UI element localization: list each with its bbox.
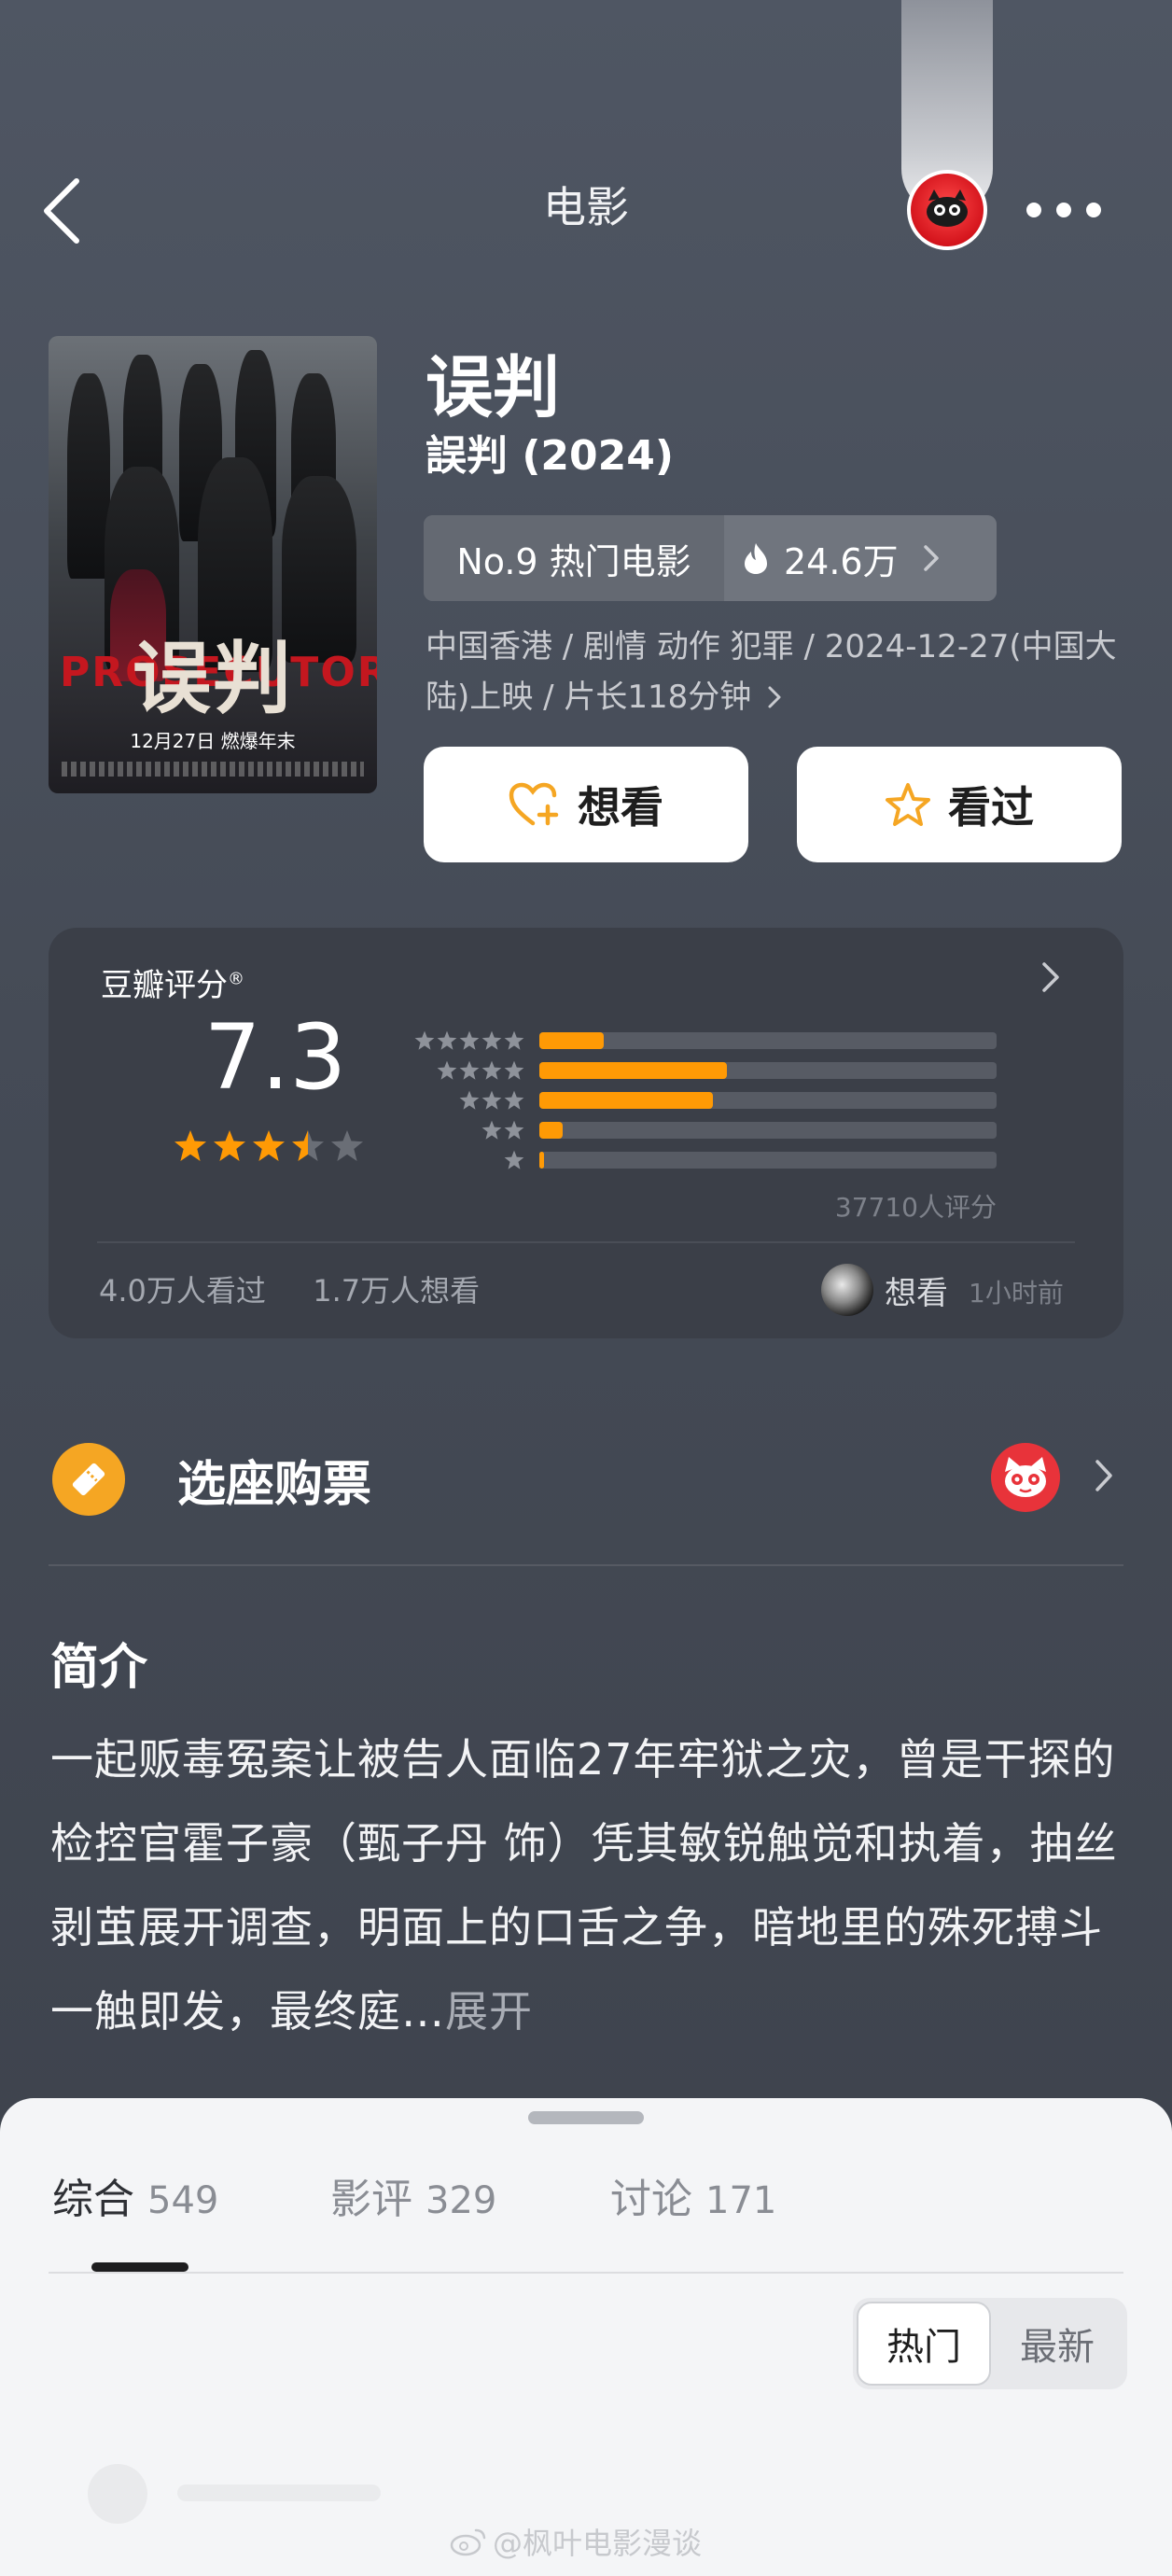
divider (49, 1564, 1123, 1566)
tab-discussions[interactable]: 讨论 171 (610, 2165, 776, 2225)
registered-icon: ® (228, 969, 244, 989)
rating-bar-track (539, 1032, 997, 1049)
small-star-icon (459, 1030, 480, 1050)
want-to-watch-button[interactable]: 想看 (424, 747, 748, 862)
rating-stars (174, 1129, 364, 1163)
friend-action: 想看 (885, 1275, 948, 1312)
small-star-icon (481, 1060, 502, 1080)
chevron-right-icon (923, 545, 939, 571)
movie-title: 误判 (426, 348, 561, 427)
fire-icon (745, 543, 767, 574)
expand-synopsis-link[interactable]: 展开 (445, 1986, 533, 2037)
rating-count: 37710人评分 (834, 1192, 997, 1223)
rating-row-stars (407, 1150, 524, 1170)
douban-rating-label: 豆瓣评分® (101, 967, 244, 1004)
rating-distribution-row (407, 1058, 1004, 1083)
small-star-icon (504, 1150, 524, 1169)
poster-credits (62, 762, 364, 777)
small-star-icon (504, 1120, 524, 1140)
rating-bar-track (539, 1092, 997, 1109)
poster-release-date: 12月27日 燃爆年末 (130, 730, 296, 752)
small-star-icon (459, 1090, 480, 1110)
more-dots-icon (1026, 203, 1041, 217)
watermark: @枫叶电影漫谈 (450, 2520, 702, 2563)
sheet-drag-handle[interactable] (528, 2111, 644, 2124)
rating-row-stars (407, 1030, 524, 1051)
friend-action-time: 1小时前 (969, 1278, 1064, 1309)
small-star-icon (504, 1090, 524, 1110)
tab-reviews[interactable]: 影评 329 (330, 2165, 496, 2225)
loading-avatar-placeholder (88, 2464, 147, 2524)
page-title: 电影 (543, 182, 629, 232)
rating-bar-fill (539, 1152, 544, 1169)
user-avatar[interactable] (907, 170, 987, 250)
movie-meta[interactable]: 中国香港 / 剧情 动作 犯罪 / 2024-12-27(中国大陆)上映 / 片… (426, 622, 1135, 722)
small-star-icon (437, 1030, 457, 1050)
synopsis-text: 一起贩毒冤案让被告人面临27年牢狱之灾，曾是干探的检控官霍子豪（甄子丹 饰）凭其… (50, 1734, 1118, 2037)
rating-row-stars (407, 1120, 524, 1141)
rating-bar-fill (539, 1122, 563, 1139)
rating-distribution-row (407, 1118, 1004, 1142)
loading-text-placeholder (177, 2485, 381, 2501)
sort-latest-button[interactable]: 最新 (991, 2302, 1123, 2386)
want-to-watch-label: 想看 (578, 782, 663, 833)
rating-star-icon (214, 1130, 245, 1161)
movie-original-title: 誤判 (2024) (426, 432, 674, 480)
rating-distribution-row (407, 1029, 1004, 1053)
rating-bar-track (539, 1122, 997, 1139)
active-tab-indicator (91, 2262, 188, 2272)
star-outline-icon (886, 783, 930, 826)
small-star-icon (504, 1060, 524, 1080)
watched-count: 4.0万人看过 (99, 1273, 266, 1309)
rating-row-stars (407, 1060, 524, 1081)
heat-value: 24.6万 (784, 540, 899, 582)
friend-avatar[interactable] (821, 1264, 873, 1316)
maoyan-logo-icon[interactable] (991, 1443, 1060, 1512)
rating-bar-fill (539, 1032, 604, 1049)
rating-bar-track (539, 1062, 997, 1079)
movie-poster[interactable]: PROSECUTOR 误判 12月27日 燃爆年末 (49, 336, 377, 793)
chevron-right-icon[interactable] (1094, 1458, 1114, 1493)
poster-title: 误判 (132, 632, 293, 724)
rating-star-icon (331, 1130, 363, 1161)
cat-mascot-icon (927, 189, 968, 227)
ticket-icon[interactable] (52, 1443, 125, 1516)
more-options-button[interactable] (1026, 187, 1101, 233)
rating-row-stars (407, 1090, 524, 1111)
rating-star-icon (174, 1130, 206, 1161)
small-star-icon (481, 1030, 502, 1050)
rating-bar-track (539, 1152, 997, 1169)
divider (97, 1241, 1075, 1243)
small-star-icon (481, 1090, 502, 1110)
heat-indicator[interactable]: 24.6万 (724, 515, 997, 601)
watch-stats: 4.0万人看过 1.7万人想看 (99, 1267, 480, 1310)
rating-star-icon (253, 1130, 285, 1161)
small-star-icon (504, 1030, 524, 1050)
tab-overall[interactable]: 综合 549 (52, 2165, 218, 2225)
rating-bar-fill (539, 1092, 714, 1109)
sort-toggle: 热门 最新 (853, 2298, 1127, 2389)
buy-tickets-label[interactable]: 选座购票 (177, 1445, 371, 1515)
rating-distribution-row (407, 1148, 1004, 1172)
chevron-right-icon[interactable] (1041, 961, 1060, 993)
wish-count: 1.7万人想看 (313, 1273, 481, 1309)
small-star-icon (459, 1060, 480, 1080)
rank-label: No.9 热门电影 (424, 515, 724, 601)
rating-star-icon (292, 1130, 324, 1161)
synopsis-heading: 简介 (50, 1640, 148, 1696)
rating-distribution-row (407, 1088, 1004, 1113)
rating-bar-fill (539, 1062, 727, 1079)
watched-button[interactable]: 看过 (797, 747, 1122, 862)
watched-label: 看过 (948, 782, 1034, 833)
divider (49, 2272, 1123, 2274)
ranking-chip[interactable]: No.9 热门电影 24.6万 (424, 515, 997, 601)
heart-plus-icon (509, 782, 559, 826)
rating-score: 7.3 (203, 1005, 347, 1110)
small-star-icon (414, 1030, 435, 1050)
small-star-icon (481, 1120, 502, 1140)
chevron-right-icon (768, 686, 781, 708)
small-star-icon (437, 1060, 457, 1080)
weibo-logo-icon (450, 2528, 486, 2556)
sort-hot-button[interactable]: 热门 (857, 2302, 991, 2386)
